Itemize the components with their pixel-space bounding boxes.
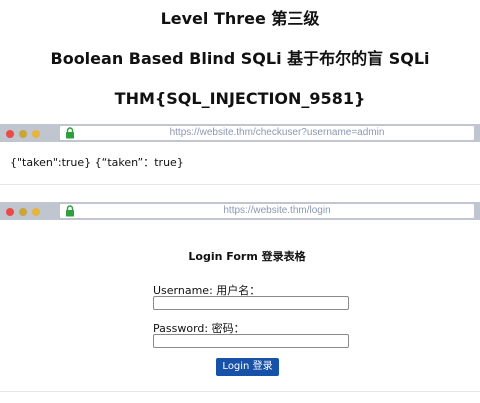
address-url: https://website.thm/checkuser?username=a… [169, 127, 385, 138]
address-bar[interactable]: https://website.thm/checkuser?username=a… [60, 126, 474, 140]
minimize-dot-icon[interactable] [19, 208, 27, 216]
address-bar[interactable]: https://website.thm/login [60, 204, 474, 218]
login-form: Login Form 登录表格 Username: 用户名： Password:… [0, 220, 480, 392]
flag-heading: THM{SQL_INJECTION_9581} [114, 89, 366, 108]
login-browser-bar: https://website.thm/login [0, 202, 480, 220]
login-button[interactable]: Login 登录 [216, 358, 279, 376]
maximize-dot-icon[interactable] [32, 208, 40, 216]
topic-heading: Boolean Based Blind SQLi 基于布尔的盲 SQLi [50, 49, 430, 68]
close-dot-icon[interactable] [6, 208, 14, 216]
response-json-text: {"taken":true} {“taken”：true} [10, 156, 184, 169]
response-browser-bar: https://website.thm/checkuser?username=a… [0, 124, 480, 142]
password-input[interactable] [153, 334, 349, 348]
username-input[interactable] [153, 296, 349, 310]
lock-icon [66, 205, 74, 217]
address-url: https://website.thm/login [223, 205, 331, 216]
lock-icon [66, 127, 74, 139]
level-heading: Level Three 第三级 [160, 9, 320, 28]
maximize-dot-icon[interactable] [32, 130, 40, 138]
response-content: {"taken":true} {“taken”：true} [0, 142, 480, 185]
form-title: Login Form 登录表格 [188, 250, 306, 263]
close-dot-icon[interactable] [6, 130, 14, 138]
minimize-dot-icon[interactable] [19, 130, 27, 138]
